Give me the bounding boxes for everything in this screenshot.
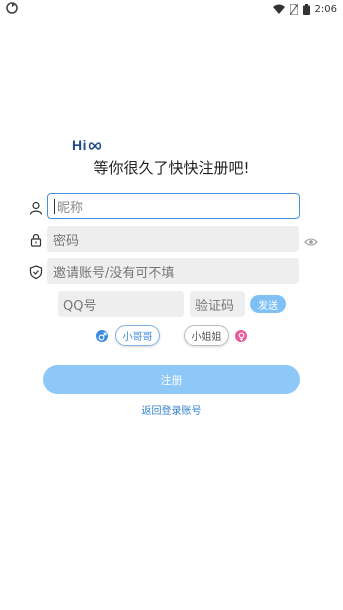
qq-input[interactable]: QQ号 bbox=[58, 291, 184, 317]
wifi-icon bbox=[272, 4, 285, 14]
infinity-icon bbox=[88, 137, 102, 153]
app-logo: Hi bbox=[72, 137, 102, 153]
register-button[interactable]: 注册 bbox=[43, 365, 300, 394]
user-icon bbox=[29, 200, 43, 215]
back-to-login-link[interactable]: 返回登录账号 bbox=[0, 402, 343, 417]
shield-icon bbox=[29, 264, 43, 280]
captcha-input[interactable]: 验证码 bbox=[190, 291, 245, 317]
page-title: 等你很久了快快注册吧! bbox=[93, 159, 250, 177]
qq-placeholder: QQ号 bbox=[63, 298, 97, 314]
nickname-input[interactable]: 昵称 bbox=[47, 193, 300, 219]
invite-placeholder: 邀请账号/没有可不填 bbox=[53, 265, 175, 281]
logo-text: Hi bbox=[72, 137, 87, 153]
invite-input[interactable]: 邀请账号/没有可不填 bbox=[47, 258, 299, 284]
password-input[interactable]: 密码 bbox=[47, 226, 299, 252]
battery-icon bbox=[302, 3, 310, 15]
status-icons: 2:06 bbox=[272, 2, 337, 16]
eye-icon[interactable] bbox=[304, 233, 318, 246]
back-to-login-label[interactable]: 返回登录账号 bbox=[142, 406, 202, 417]
lock-icon bbox=[29, 232, 43, 247]
password-placeholder: 密码 bbox=[53, 233, 80, 249]
status-bar: 2:06 bbox=[0, 0, 343, 18]
nickname-placeholder: 昵称 bbox=[57, 200, 84, 216]
captcha-placeholder: 验证码 bbox=[195, 298, 235, 314]
no-sim-icon bbox=[289, 3, 298, 15]
female-icon[interactable] bbox=[235, 330, 247, 342]
text-caret bbox=[54, 198, 55, 214]
male-option[interactable]: 小哥哥 bbox=[115, 325, 160, 346]
female-option[interactable]: 小姐姐 bbox=[184, 325, 229, 346]
sync-icon bbox=[6, 2, 18, 14]
male-icon[interactable] bbox=[96, 330, 108, 342]
send-code-button[interactable]: 发送 bbox=[250, 295, 286, 313]
status-time: 2:06 bbox=[314, 3, 337, 15]
